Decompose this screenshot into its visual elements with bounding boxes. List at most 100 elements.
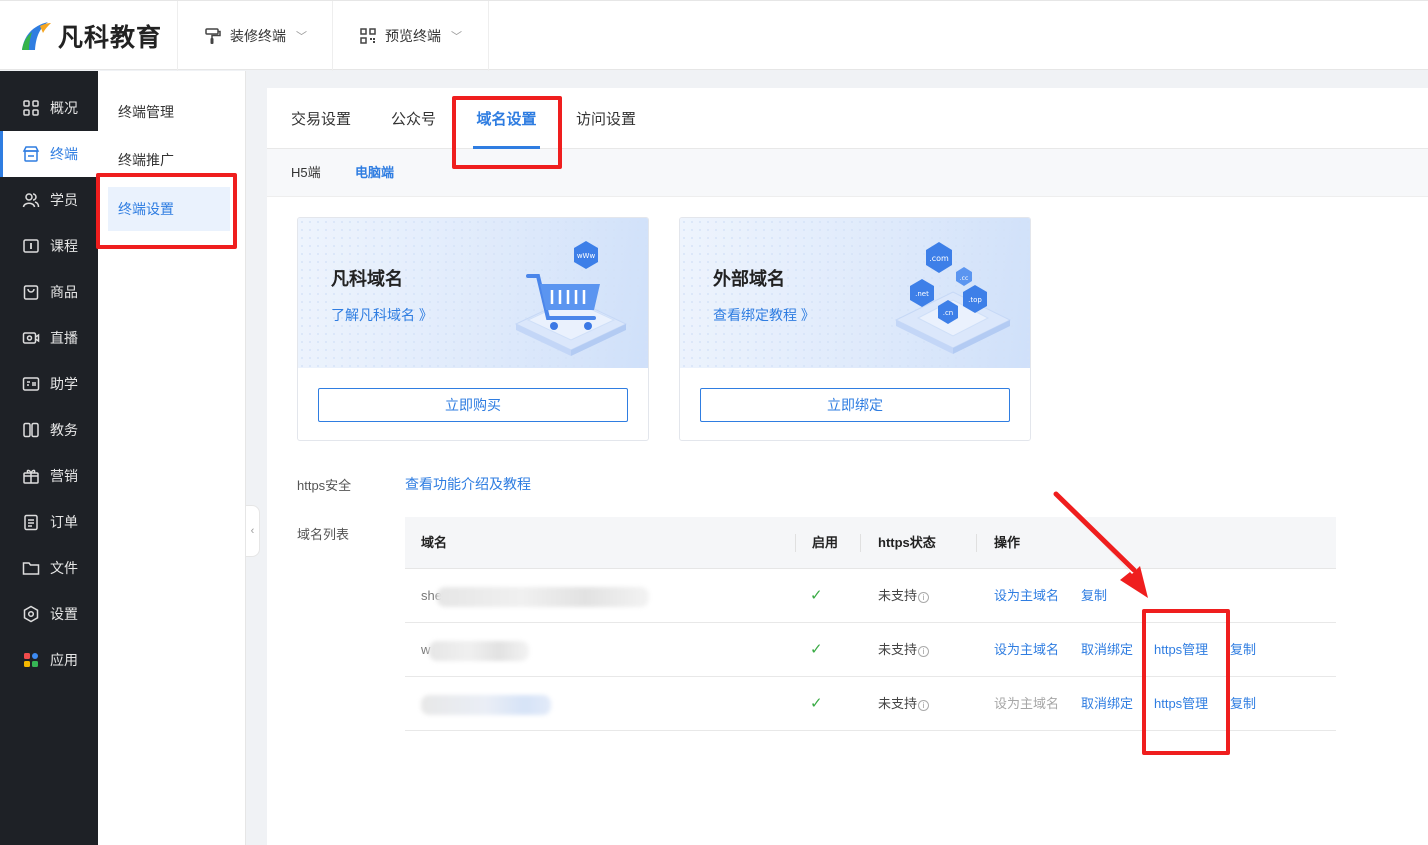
grid-icon: [23, 100, 39, 116]
settings-icon: [23, 605, 39, 623]
platform-subtabs: H5端 电脑端: [267, 149, 1428, 197]
top-menu-preview[interactable]: 预览终端 ﹀: [333, 1, 489, 71]
sidebar-item-label: 商品: [50, 284, 78, 300]
bind-now-button[interactable]: 立即绑定: [700, 388, 1010, 422]
https-tutorial-link[interactable]: 查看功能介绍及教程: [405, 474, 531, 494]
column-divider: [976, 534, 977, 552]
sidebar-item-overview[interactable]: 概况: [0, 85, 98, 131]
course-icon: [23, 239, 39, 253]
chevron-down-icon: ﹀: [296, 31, 307, 43]
app-name: 凡科教育: [58, 24, 163, 52]
tab-label: 公众号: [391, 111, 437, 128]
sidebar-item-academic[interactable]: 教务: [0, 407, 98, 453]
top-menu-decorate[interactable]: 装修终端 ﹀: [178, 1, 333, 71]
buy-now-button[interactable]: 立即购买: [318, 388, 628, 422]
sidebar-item-label: 教务: [50, 422, 78, 438]
unbind-button[interactable]: 取消绑定: [1081, 623, 1133, 677]
col-actions: 操作: [994, 535, 1021, 550]
sidebar-item-label: 概况: [50, 100, 78, 116]
highlight-terminal-settings: [96, 173, 237, 249]
tab-transaction-settings[interactable]: 交易设置: [291, 88, 351, 149]
sidebar-item-courses[interactable]: 课程: [0, 223, 98, 269]
sidebar-item-live[interactable]: 直播: [0, 315, 98, 361]
sidebar-item-settings[interactable]: 设置: [0, 591, 98, 637]
top-menu-label: 装修终端: [230, 28, 286, 44]
tab-label: 访问设置: [576, 111, 637, 128]
sidebar-item-label: 课程: [50, 238, 78, 254]
card-title: 凡科域名: [331, 269, 403, 289]
info-icon[interactable]: i: [918, 592, 930, 603]
book-icon: [23, 422, 39, 438]
subnav-item-label: 终端管理: [118, 104, 174, 120]
sidebar-item-apps[interactable]: 应用: [0, 637, 98, 683]
sidebar-item-label: 订单: [50, 514, 78, 530]
redacted-domain: [437, 587, 649, 607]
sidebar-item-label: 直播: [50, 330, 78, 346]
study-icon: [22, 377, 40, 391]
sidebar-item-terminal[interactable]: 终端: [0, 131, 98, 177]
sidebar-item-label: 学员: [50, 192, 78, 208]
learn-fanke-domain-link[interactable]: 了解凡科域名 》: [331, 305, 433, 325]
sidebar-item-study[interactable]: 助学: [0, 361, 98, 407]
bag-icon: [23, 285, 39, 300]
sidebar-item-label: 应用: [50, 652, 78, 668]
subnav-item-label: 终端推广: [118, 152, 174, 168]
redacted-domain: [429, 641, 529, 661]
redacted-domain: [421, 695, 551, 715]
red-arrow-icon: [1053, 491, 1148, 598]
top-menu-label: 预览终端: [385, 28, 441, 44]
subtab-label: 电脑端: [355, 165, 395, 180]
fanke-domain-card: 凡科域名 了解凡科域名 》 wWw 立即购买: [297, 217, 649, 441]
copy-button[interactable]: 复制: [1230, 677, 1256, 731]
sidebar-item-orders[interactable]: 订单: [0, 499, 98, 545]
net-badge: .net: [915, 290, 929, 298]
cn-badge: .cn: [943, 309, 954, 317]
https-status: 未支持 i: [878, 623, 930, 677]
sidebar-item-marketing[interactable]: 营销: [0, 453, 98, 499]
paint-roller-icon: [205, 28, 221, 44]
enabled-check: ✓: [810, 641, 823, 658]
top-bar: 凡科教育 装修终端 ﹀ 预览终端 ﹀: [0, 0, 1428, 71]
col-domain: 域名: [421, 535, 448, 550]
top-badge: .top: [968, 296, 982, 304]
subtab-label: H5端: [291, 165, 321, 180]
tab-access-settings[interactable]: 访问设置: [576, 88, 636, 149]
subnav-item-terminal-manage[interactable]: 终端管理: [108, 90, 230, 134]
settings-tabs: 交易设置 公众号 域名设置 访问设置: [267, 88, 1428, 149]
column-divider: [860, 534, 861, 552]
set-primary-domain-button[interactable]: 设为主域名: [994, 623, 1059, 677]
sidebar-item-label: 营销: [50, 468, 78, 484]
external-domain-card: 外部域名 查看绑定教程 》 .com .cc .net .top .cn 立即绑…: [679, 217, 1031, 441]
collapse-sidebar-button[interactable]: ‹: [246, 505, 260, 557]
com-badge: .com: [929, 254, 949, 263]
column-divider: [795, 534, 796, 552]
highlight-https-manage: [1142, 609, 1230, 755]
subtab-pc[interactable]: 电脑端: [355, 149, 394, 197]
sidebar-item-students[interactable]: 学员: [0, 177, 98, 223]
unbind-button[interactable]: 取消绑定: [1081, 677, 1133, 731]
subtab-h5[interactable]: H5端: [291, 149, 321, 197]
copy-button[interactable]: 复制: [1230, 623, 1256, 677]
info-icon[interactable]: i: [918, 646, 930, 657]
sidebar-item-products[interactable]: 商品: [0, 269, 98, 315]
www-badge: wWw: [577, 252, 596, 260]
folder-icon: [22, 562, 40, 575]
sidebar-item-label: 终端: [50, 146, 78, 162]
sidebar-item-files[interactable]: 文件: [0, 545, 98, 591]
info-icon[interactable]: i: [918, 700, 930, 711]
logo-icon: [22, 22, 51, 50]
apps-icon: [24, 653, 38, 667]
sidebar-item-label: 设置: [50, 606, 78, 622]
qrcode-icon: [360, 28, 376, 44]
highlight-domain-settings-tab: [452, 96, 562, 169]
tab-official-account[interactable]: 公众号: [391, 88, 436, 149]
card-banner: 外部域名 查看绑定教程 》 .com .cc .net .top .cn: [680, 218, 1030, 368]
col-https-status: https状态: [878, 535, 936, 550]
domain-list-label: 域名列表: [297, 527, 350, 542]
https-security-label: https安全: [297, 478, 352, 493]
cc-badge: .cc: [960, 275, 969, 282]
bind-tutorial-link[interactable]: 查看绑定教程 》: [713, 305, 815, 325]
col-enabled: 启用: [812, 535, 839, 550]
https-status: 未支持 i: [878, 677, 930, 731]
app-logo[interactable]: 凡科教育: [0, 1, 178, 71]
